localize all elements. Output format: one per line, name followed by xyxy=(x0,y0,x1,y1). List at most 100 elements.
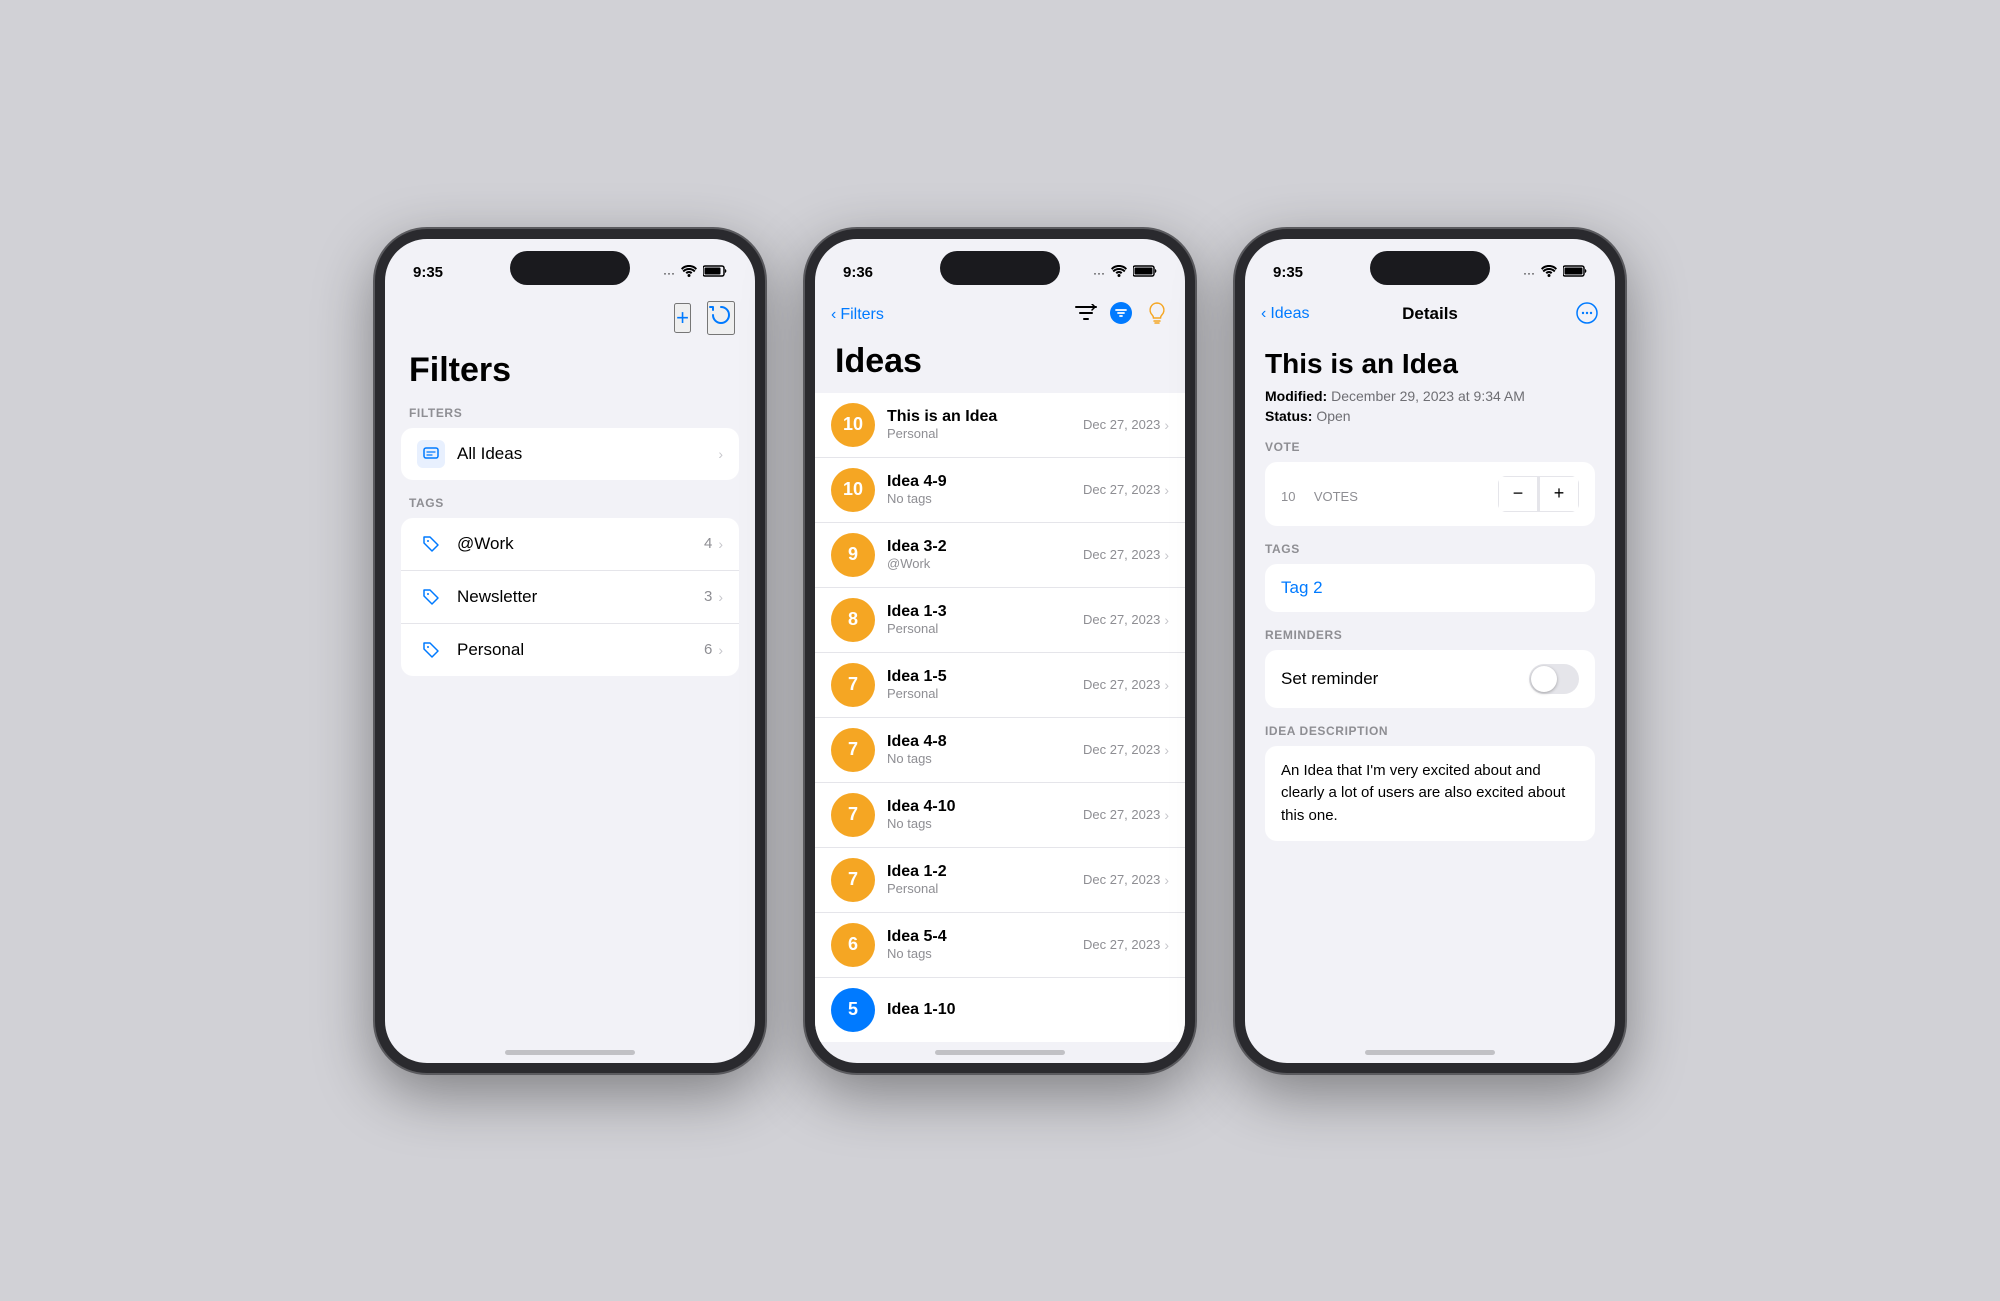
idea-chevron-7: › xyxy=(1164,872,1169,888)
idea-date-0: Dec 27, 2023 xyxy=(1083,417,1160,432)
idea-item-6[interactable]: 7 Idea 4-10 No tags Dec 27, 2023 › xyxy=(815,783,1185,848)
tag-value[interactable]: Tag 2 xyxy=(1281,578,1323,597)
all-ideas-chevron: › xyxy=(718,446,723,462)
idea-item-0[interactable]: 10 This is an Idea Personal Dec 27, 2023… xyxy=(815,393,1185,458)
more-options-button[interactable] xyxy=(1575,301,1599,328)
tags-section-label-detail: TAGS xyxy=(1265,542,1595,556)
wifi-icon-3 xyxy=(1541,265,1557,280)
idea-info-8: Idea 5-4 No tags xyxy=(887,928,1083,961)
vote-badge-8: 6 xyxy=(831,923,875,967)
detail-modified: Modified: December 29, 2023 at 9:34 AM xyxy=(1265,388,1595,404)
reminder-toggle[interactable] xyxy=(1529,664,1579,694)
idea-item-7[interactable]: 7 Idea 1-2 Personal Dec 27, 2023 › xyxy=(815,848,1185,913)
details-nav: ‹ Ideas Details xyxy=(1245,293,1615,336)
phone-filters: 9:35 ··· + Filters FILTERS xyxy=(375,229,765,1073)
tag-item-work[interactable]: @Work 4 › xyxy=(401,518,739,571)
vote-badge-2: 9 xyxy=(831,533,875,577)
status-time-2: 9:36 xyxy=(843,264,873,281)
vote-unit: VOTES xyxy=(1314,489,1358,504)
filter-icon[interactable] xyxy=(1109,301,1133,330)
tag-newsletter-label: Newsletter xyxy=(457,587,704,607)
idea-sub-2: @Work xyxy=(887,556,1083,571)
idea-item-3[interactable]: 8 Idea 1-3 Personal Dec 27, 2023 › xyxy=(815,588,1185,653)
vote-badge-1: 10 xyxy=(831,468,875,512)
idea-chevron-5: › xyxy=(1164,742,1169,758)
tag-newsletter-chevron: › xyxy=(718,589,723,605)
idea-info-1: Idea 4-9 No tags xyxy=(887,473,1083,506)
status-label: Status: xyxy=(1265,408,1312,424)
reminder-row: Set reminder xyxy=(1265,650,1595,708)
reminder-label: Set reminder xyxy=(1281,669,1529,689)
vote-count-display: 10 VOTES xyxy=(1281,481,1498,507)
wifi-icon-2 xyxy=(1111,265,1127,280)
dynamic-island-2 xyxy=(940,251,1060,285)
back-label-3: Ideas xyxy=(1270,305,1309,323)
idea-sub-8: No tags xyxy=(887,946,1083,961)
vote-badge-6: 7 xyxy=(831,793,875,837)
tag-work-label: @Work xyxy=(457,534,704,554)
all-ideas-item[interactable]: All Ideas › xyxy=(401,428,739,480)
vote-badge-9: 5 xyxy=(831,988,875,1032)
status-icons-2: ··· xyxy=(1093,265,1157,280)
idea-name-5: Idea 4-8 xyxy=(887,733,1083,751)
ideas-title: Ideas xyxy=(815,338,1185,393)
tag-item-newsletter[interactable]: Newsletter 3 › xyxy=(401,571,739,624)
ideas-list: 10 This is an Idea Personal Dec 27, 2023… xyxy=(815,393,1185,1042)
idea-name-2: Idea 3-2 xyxy=(887,538,1083,556)
idea-sub-1: No tags xyxy=(887,491,1083,506)
ideas-nav-actions xyxy=(1075,301,1169,330)
description-text: An Idea that I'm very excited about and … xyxy=(1281,760,1579,828)
reminders-section-label: REMINDERS xyxy=(1265,628,1595,642)
home-indicator-3 xyxy=(1365,1050,1495,1055)
idea-name-3: Idea 1-3 xyxy=(887,603,1083,621)
idea-item-2[interactable]: 9 Idea 3-2 @Work Dec 27, 2023 › xyxy=(815,523,1185,588)
vote-number: 10 xyxy=(1281,489,1295,504)
details-nav-right xyxy=(1486,301,1599,328)
ideas-screen: ‹ Filters xyxy=(815,293,1185,1042)
add-button[interactable]: + xyxy=(674,303,691,333)
tag-item-personal[interactable]: Personal 6 › xyxy=(401,624,739,676)
vote-badge-3: 8 xyxy=(831,598,875,642)
idea-date-7: Dec 27, 2023 xyxy=(1083,872,1160,887)
vote-row: 10 VOTES − + xyxy=(1265,462,1595,526)
ideas-nav: ‹ Filters xyxy=(815,293,1185,338)
all-ideas-icon xyxy=(417,440,445,468)
idea-date-6: Dec 27, 2023 xyxy=(1083,807,1160,822)
idea-name-1: Idea 4-9 xyxy=(887,473,1083,491)
back-to-filters[interactable]: ‹ Filters xyxy=(831,306,884,324)
idea-sub-3: Personal xyxy=(887,621,1083,636)
filters-card: All Ideas › xyxy=(401,428,739,480)
idea-info-5: Idea 4-8 No tags xyxy=(887,733,1083,766)
idea-info-3: Idea 1-3 Personal xyxy=(887,603,1083,636)
idea-chevron-3: › xyxy=(1164,612,1169,628)
idea-item-4[interactable]: 7 Idea 1-5 Personal Dec 27, 2023 › xyxy=(815,653,1185,718)
status-icons: ··· xyxy=(663,265,727,280)
vote-increment-button[interactable]: + xyxy=(1539,476,1579,512)
vote-decrement-button[interactable]: − xyxy=(1498,476,1538,512)
idea-chevron-4: › xyxy=(1164,677,1169,693)
idea-date-4: Dec 27, 2023 xyxy=(1083,677,1160,692)
tags-section-label: TAGS xyxy=(385,496,755,518)
detail-status: Status: Open xyxy=(1265,408,1595,424)
idea-item-8[interactable]: 6 Idea 5-4 No tags Dec 27, 2023 › xyxy=(815,913,1185,978)
idea-info-9: Idea 1-10 xyxy=(887,1001,1169,1019)
sort-icon[interactable] xyxy=(1075,304,1097,327)
idea-date-5: Dec 27, 2023 xyxy=(1083,742,1160,757)
idea-name-0: This is an Idea xyxy=(887,408,1083,426)
idea-item-9[interactable]: 5 Idea 1-10 xyxy=(815,978,1185,1042)
tag-personal-icon xyxy=(417,636,445,664)
back-to-ideas[interactable]: ‹ Ideas xyxy=(1261,305,1374,323)
tag-work-count: 4 xyxy=(704,535,712,552)
phone-details: 9:35 ··· ‹ Ideas Details xyxy=(1235,229,1625,1073)
tag-work-chevron: › xyxy=(718,536,723,552)
idea-sub-5: No tags xyxy=(887,751,1083,766)
vote-badge-0: 10 xyxy=(831,403,875,447)
status-icons-3: ··· xyxy=(1523,265,1587,280)
bulb-icon[interactable] xyxy=(1145,301,1169,330)
idea-item-5[interactable]: 7 Idea 4-8 No tags Dec 27, 2023 › xyxy=(815,718,1185,783)
idea-item-1[interactable]: 10 Idea 4-9 No tags Dec 27, 2023 › xyxy=(815,458,1185,523)
vote-badge-5: 7 xyxy=(831,728,875,772)
refresh-button[interactable] xyxy=(707,301,735,335)
idea-sub-7: Personal xyxy=(887,881,1083,896)
idea-name-7: Idea 1-2 xyxy=(887,863,1083,881)
